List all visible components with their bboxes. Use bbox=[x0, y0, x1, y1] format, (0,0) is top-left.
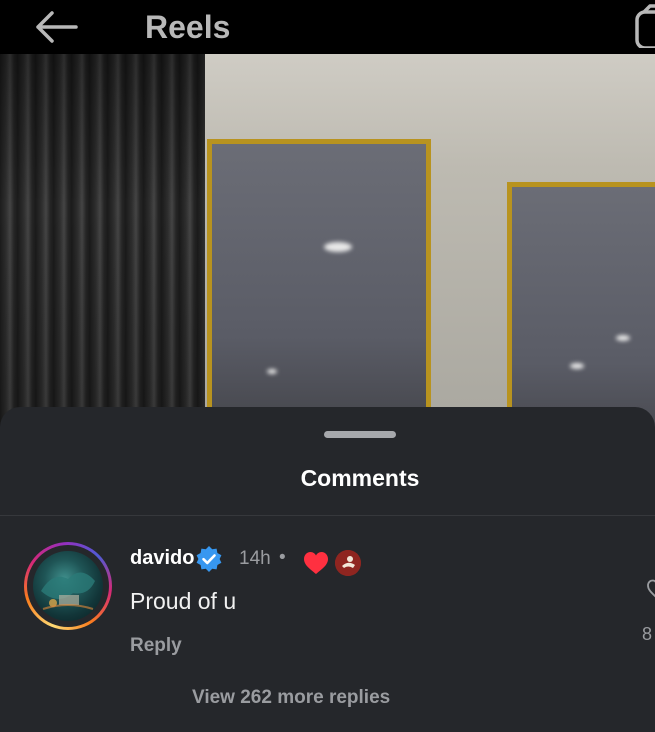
sheet-title: Comments bbox=[300, 465, 420, 491]
reply-button[interactable]: Reply bbox=[130, 635, 182, 657]
divider bbox=[0, 515, 655, 516]
video-window-left bbox=[207, 139, 431, 434]
video-curtain bbox=[0, 54, 205, 434]
creator-liked-heart-icon bbox=[304, 552, 328, 574]
page-title: Reels bbox=[145, 9, 231, 45]
verified-badge-icon bbox=[196, 546, 222, 572]
separator-dot: • bbox=[279, 547, 286, 568]
comments-sheet: Comments davido 14h • Proud of u Reply 8… bbox=[0, 407, 655, 732]
view-more-replies-button[interactable]: View 262 more replies bbox=[192, 687, 390, 709]
comment-username[interactable]: davido bbox=[130, 547, 194, 570]
comment-timestamp: 14h bbox=[239, 548, 271, 569]
avatar[interactable] bbox=[24, 542, 112, 630]
camera-icon bbox=[635, 4, 655, 50]
like-heart-icon[interactable] bbox=[646, 577, 655, 601]
creator-mini-avatar bbox=[335, 550, 361, 576]
avatar-image bbox=[33, 551, 103, 621]
reel-video[interactable] bbox=[0, 54, 655, 434]
top-bar: Reels bbox=[0, 0, 655, 54]
sheet-drag-handle[interactable] bbox=[324, 431, 396, 438]
back-button[interactable] bbox=[30, 8, 82, 46]
back-arrow-icon bbox=[36, 11, 78, 43]
camera-button[interactable] bbox=[632, 4, 655, 50]
video-window-right bbox=[507, 182, 655, 434]
